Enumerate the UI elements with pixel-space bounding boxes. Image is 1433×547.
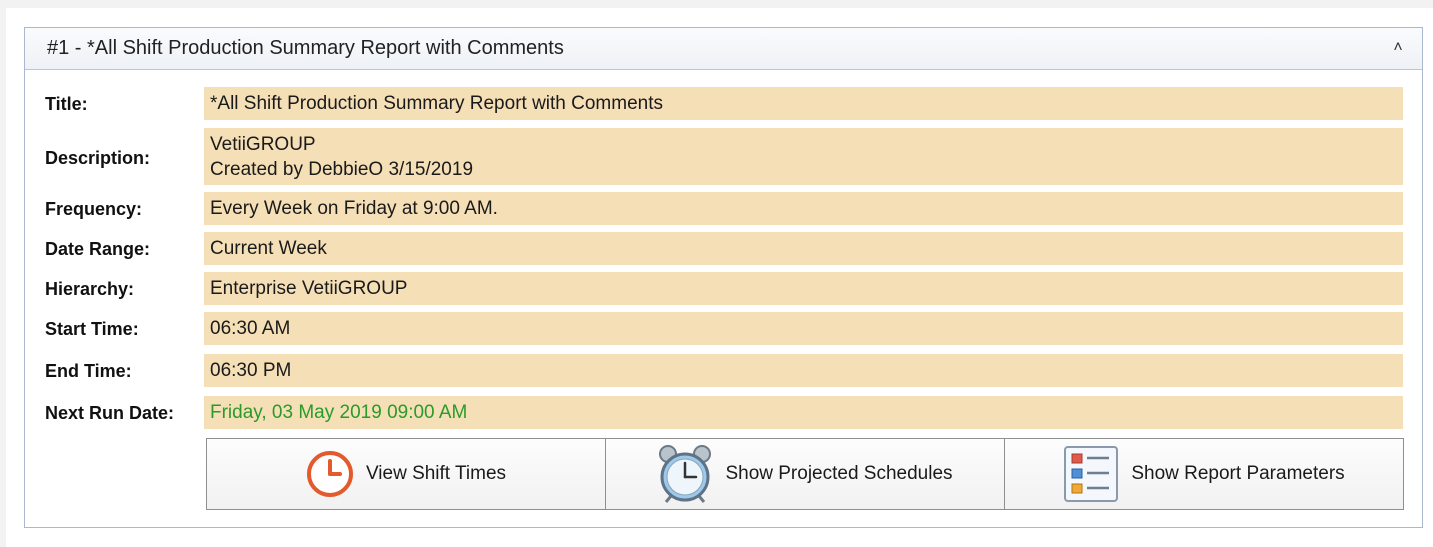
frequency-row: Frequency: Every Week on Friday at 9:00 … (25, 192, 1424, 225)
view-shift-times-label: View Shift Times (365, 463, 507, 484)
action-button-bar: View Shift Times Show Projected Schedule… (206, 438, 1404, 510)
chevron-up-icon: ˄ (1393, 39, 1403, 56)
title-value: *All Shift Production Summary Report wit… (204, 87, 1403, 120)
description-label: Description: (45, 148, 151, 168)
list-icon (1063, 445, 1119, 503)
end-time-value: 06:30 PM (204, 354, 1403, 387)
hierarchy-value: Enterprise VetiiGROUP (204, 272, 1403, 305)
panel-header-title: #1 - *All Shift Production Summary Repor… (47, 37, 564, 59)
title-label: Title: (45, 94, 88, 114)
date-range-label: Date Range: (45, 239, 151, 259)
frequency-label: Frequency: (45, 199, 143, 219)
left-shade (0, 0, 6, 547)
show-report-parameters-button[interactable]: Show Report Parameters (1005, 439, 1403, 509)
next-run-date-value: Friday, 03 May 2019 09:00 AM (204, 396, 1403, 429)
frequency-value: Every Week on Friday at 9:00 AM. (204, 192, 1403, 225)
start-time-label: Start Time: (45, 319, 139, 339)
start-time-value: 06:30 AM (204, 312, 1403, 345)
view-shift-times-button[interactable]: View Shift Times (207, 439, 606, 509)
alarm-clock-icon (657, 444, 713, 504)
start-time-row: Start Time: 06:30 AM (25, 312, 1424, 345)
title-row: Title: *All Shift Production Summary Rep… (25, 87, 1424, 120)
clock-icon (306, 450, 354, 498)
end-time-label: End Time: (45, 361, 132, 381)
description-value: VetiiGROUP Created by DebbieO 3/15/2019 (204, 128, 1403, 185)
description-line-2: Created by DebbieO 3/15/2019 (210, 159, 474, 180)
description-row: Description: VetiiGROUP Created by Debbi… (25, 128, 1424, 185)
hierarchy-label: Hierarchy: (45, 279, 135, 299)
top-shade (0, 0, 1433, 8)
date-range-value: Current Week (204, 232, 1403, 265)
hierarchy-row: Hierarchy: Enterprise VetiiGROUP (25, 272, 1424, 305)
show-projected-schedules-button[interactable]: Show Projected Schedules (606, 439, 1005, 509)
next-run-date-row: Next Run Date: Friday, 03 May 2019 09:00… (25, 396, 1424, 429)
panel-header[interactable]: #1 - *All Shift Production Summary Repor… (25, 28, 1422, 70)
show-report-parameters-label: Show Report Parameters (1131, 463, 1345, 484)
end-time-row: End Time: 06:30 PM (25, 354, 1424, 387)
date-range-row: Date Range: Current Week (25, 232, 1424, 265)
show-projected-schedules-label: Show Projected Schedules (725, 463, 953, 484)
description-line-1: VetiiGROUP (210, 134, 316, 155)
report-schedule-panel: #1 - *All Shift Production Summary Repor… (24, 27, 1423, 528)
next-run-date-label: Next Run Date: (45, 403, 175, 423)
collapse-button[interactable]: ˄ (1386, 36, 1410, 60)
